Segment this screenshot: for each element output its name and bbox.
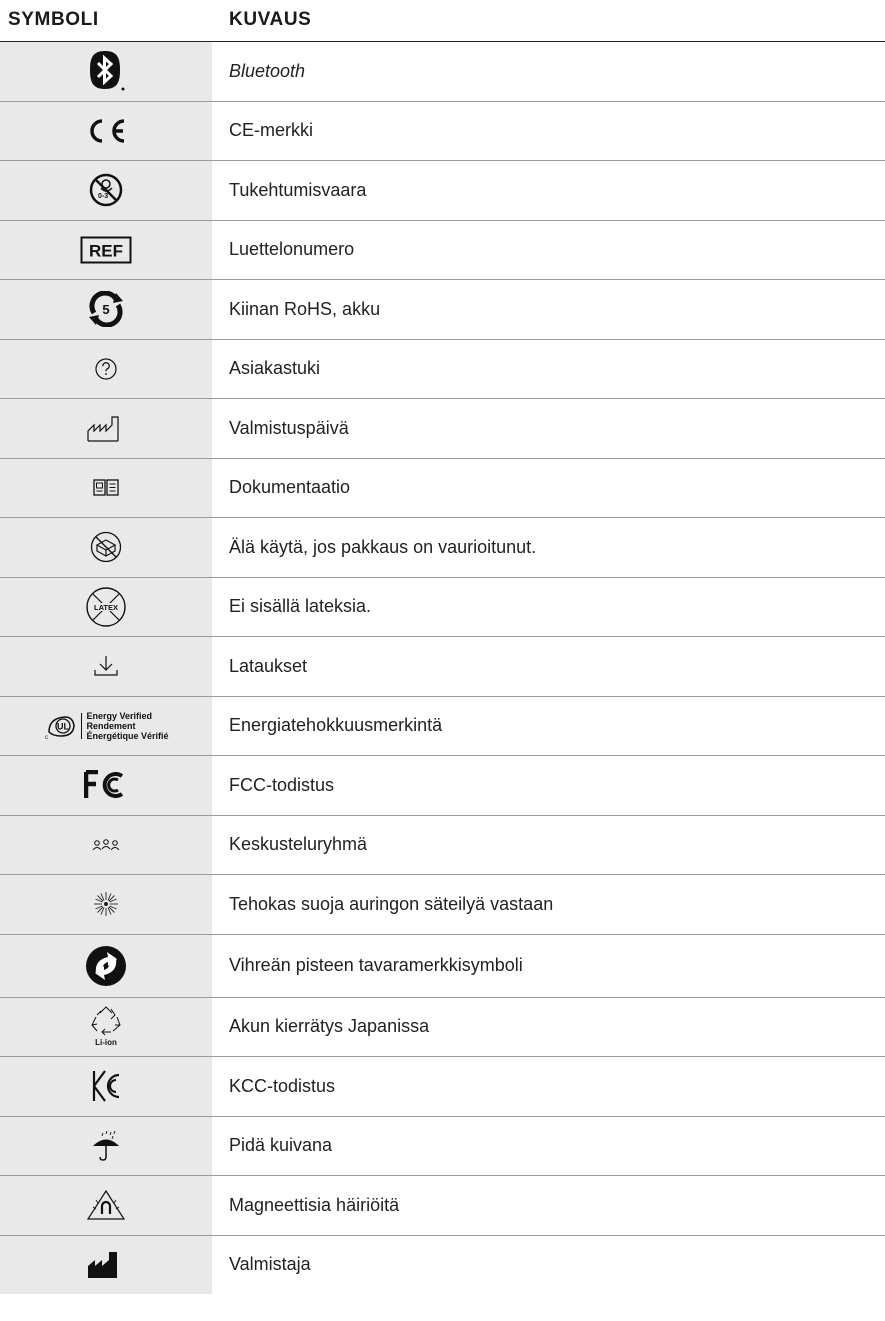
svg-text:c: c — [45, 735, 48, 740]
kcc-icon — [91, 1069, 121, 1103]
table-row: Keskusteluryhmä — [0, 815, 885, 875]
symbol-table: SYMBOLI KUVAUS Bluetooth CE-merkki 0-3 T… — [0, 0, 885, 1294]
community-icon — [91, 838, 121, 852]
description-text: Tehokas suoja auringon säteilyä vastaan — [229, 893, 554, 914]
symbol-cell: UL c Energy Verified Rendement Énergétiq… — [0, 696, 212, 755]
description-column-header: KUVAUS — [229, 9, 312, 30]
ce-mark-icon — [84, 117, 128, 145]
ref-icon: REF — [80, 236, 132, 264]
choking-age-text: 0-3 — [98, 193, 108, 200]
table-row: Vihreän pisteen tavaramerkkisymboli — [0, 934, 885, 998]
table-row: Pidä kuivana — [0, 1116, 885, 1176]
damaged-package-icon — [89, 530, 123, 564]
table-row: 5 Kiinan RoHS, akku — [0, 280, 885, 340]
description-text: Valmistaja — [229, 1254, 311, 1275]
symbol-cell: REF — [0, 220, 212, 279]
symbol-cell — [0, 1235, 212, 1294]
table-row: KCC-todistus — [0, 1057, 885, 1117]
ref-text: REF — [89, 241, 123, 260]
description-text: Kiinan RoHS, akku — [229, 298, 381, 319]
table-row: Tehokas suoja auringon säteilyä vastaan — [0, 875, 885, 935]
table-row: UL c Energy Verified Rendement Énergétiq… — [0, 696, 885, 756]
li-ion-text: Li-ion — [95, 1038, 117, 1047]
bluetooth-icon — [86, 49, 126, 93]
description-text: FCC-todistus — [229, 774, 335, 795]
description-text: Ei sisällä lateksia. — [229, 596, 372, 617]
sun-protection-icon — [93, 891, 119, 917]
help-icon — [94, 357, 118, 381]
symbol-cell: Li-ion — [0, 997, 212, 1056]
date-of-manufacture-icon — [86, 413, 126, 443]
ul-line-2: Rendement — [86, 720, 136, 731]
description-text: Akun kierrätys Japanissa — [229, 1016, 430, 1037]
symbol-cell — [0, 1057, 212, 1116]
description-text: Pidä kuivana — [229, 1135, 333, 1156]
symbol-cell — [0, 458, 212, 517]
description-text: Tukehtumisvaara — [229, 179, 367, 200]
table-row: REF Luettelonumero — [0, 220, 885, 280]
description-text: Vihreän pisteen tavaramerkkisymboli — [229, 955, 523, 975]
symbol-cell — [0, 934, 212, 997]
green-dot-icon — [84, 944, 128, 988]
table-row: Valmistaja — [0, 1235, 885, 1294]
table-row: LATEX Ei sisällä lateksia. — [0, 577, 885, 637]
description-text: Magneettisia häiriöitä — [229, 1194, 400, 1215]
symbol-cell — [0, 756, 212, 815]
symbol-cell — [0, 399, 212, 458]
ul-line-1: Energy Verified — [86, 710, 153, 721]
description-text: CE-merkki — [229, 120, 313, 141]
symbol-cell — [0, 637, 212, 696]
china-rohs-icon: 5 — [86, 291, 126, 328]
symbol-cell: LATEX — [0, 577, 212, 636]
description-text: Keskusteluryhmä — [229, 834, 368, 855]
symbol-cell — [0, 518, 212, 577]
table-row: Älä käytä, jos pakkaus on vaurioitunut. — [0, 518, 885, 578]
symbol-cell — [0, 1116, 212, 1175]
symbol-cell — [0, 339, 212, 398]
manufacturer-icon — [87, 1251, 125, 1279]
table-row: CE-merkki — [0, 101, 885, 161]
symbol-cell — [0, 101, 212, 160]
ul-line-3: Énergétique Vérifié — [86, 730, 169, 741]
symbol-cell: 0-3 — [0, 161, 212, 220]
table-row: 0-3 Tukehtumisvaara — [0, 161, 885, 221]
latex-text: LATEX — [94, 603, 118, 612]
choking-hazard-icon: 0-3 — [88, 172, 124, 208]
table-header: SYMBOLI KUVAUS — [0, 0, 885, 42]
table-row: Li-ion Akun kierrätys Japanissa — [0, 997, 885, 1057]
table-row: Lataukset — [0, 637, 885, 697]
keep-dry-icon — [91, 1130, 121, 1162]
symbol-cell: 5 — [0, 280, 212, 339]
ul-energy-verified-icon: UL c Energy Verified Rendement Énergétiq… — [43, 711, 168, 741]
documentation-icon — [93, 478, 119, 498]
description-text: Dokumentaatio — [229, 477, 351, 498]
download-icon — [93, 654, 119, 678]
latex-free-icon: LATEX — [84, 585, 128, 629]
rohs-number-text: 5 — [102, 302, 109, 317]
table-row: Dokumentaatio — [0, 458, 885, 518]
table-row: Magneettisia häiriöitä — [0, 1176, 885, 1236]
description-text: Bluetooth — [229, 60, 306, 81]
description-text: Lataukset — [229, 655, 308, 676]
description-text: Valmistuspäivä — [229, 417, 349, 438]
magnetic-interference-icon — [86, 1189, 126, 1221]
symbol-cell — [0, 815, 212, 874]
svg-text:UL: UL — [57, 721, 69, 731]
fcc-icon — [84, 770, 128, 800]
li-ion-recycling-icon: Li-ion — [89, 1005, 123, 1049]
symbol-cell — [0, 875, 212, 934]
symbol-cell — [0, 1176, 212, 1235]
description-text: Asiakastuki — [229, 358, 321, 379]
table-row: Bluetooth — [0, 42, 885, 102]
description-text: Luettelonumero — [229, 239, 355, 260]
table-row: Asiakastuki — [0, 339, 885, 399]
table-row: Valmistuspäivä — [0, 399, 885, 459]
description-text: Älä käytä, jos pakkaus on vaurioitunut. — [229, 536, 537, 557]
description-text: Energiatehokkuusmerkintä — [229, 715, 443, 736]
description-text: KCC-todistus — [229, 1075, 336, 1096]
table-row: FCC-todistus — [0, 756, 885, 816]
symbol-cell — [0, 42, 212, 101]
symbol-column-header: SYMBOLI — [8, 9, 99, 30]
